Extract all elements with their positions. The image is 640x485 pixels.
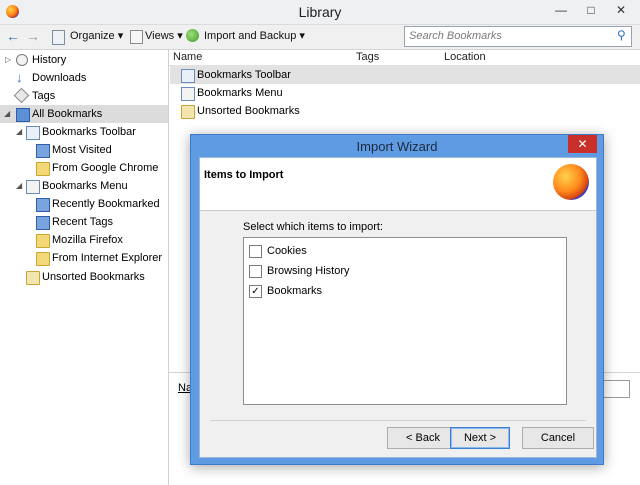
window-title: Library	[298, 4, 342, 20]
back-button[interactable]: < Back	[387, 427, 459, 449]
import-item-cookies[interactable]: Cookies	[249, 243, 549, 259]
title-bar: Library — □ ✕	[0, 0, 640, 25]
list-item-name: Bookmarks Menu	[197, 87, 283, 99]
dialog-header: Items to Import	[200, 158, 596, 211]
import-items-list: Cookies Browsing History ✓ Bookmarks	[243, 237, 567, 405]
sidebar-tree: ▷ History ↓ Downloads Tags ◢ All Bookmar…	[0, 50, 169, 485]
sidebar-item-label: From Google Chrome	[52, 162, 159, 174]
bookmarks-menu-icon	[26, 180, 40, 194]
dialog-body: Items to Import Select which items to im…	[199, 157, 597, 458]
download-arrow-icon: ↓	[16, 70, 23, 85]
list-item[interactable]: Bookmarks Menu	[170, 84, 640, 102]
forward-arrow-icon[interactable]: →	[26, 28, 40, 44]
dialog-separator	[210, 420, 586, 421]
browsing-history-checkbox[interactable]	[249, 265, 262, 278]
dialog-heading: Items to Import	[204, 169, 284, 181]
list-item-name: Bookmarks Toolbar	[197, 69, 291, 81]
sidebar-item-label: History	[32, 54, 67, 66]
sidebar-item-label: Recently Bookmarked	[52, 198, 160, 210]
bookmarks-toolbar-icon	[26, 126, 40, 140]
import-item-label: Browsing History	[267, 265, 350, 277]
import-item-browsing-history[interactable]: Browsing History	[249, 263, 549, 279]
sidebar-item-most-visited[interactable]: Most Visited	[0, 141, 168, 159]
sidebar-item-label: Recent Tags	[52, 216, 113, 228]
sidebar-item-label: Unsorted Bookmarks	[42, 271, 145, 283]
import-backup-icon	[186, 29, 199, 42]
import-wizard-dialog: Import Wizard ✕ Items to Import Select w…	[190, 134, 604, 465]
back-arrow-icon[interactable]: ←	[6, 28, 20, 44]
close-window-button[interactable]: ✕	[606, 0, 636, 20]
cookies-checkbox[interactable]	[249, 245, 262, 258]
bookmark-star-icon	[16, 108, 30, 122]
import-item-label: Cookies	[267, 245, 307, 257]
minimize-button[interactable]: —	[546, 0, 576, 20]
sidebar-item-label: Bookmarks Toolbar	[42, 126, 136, 138]
search-input[interactable]: Search Bookmarks ⚲	[404, 26, 632, 47]
dialog-title: Import Wizard	[356, 139, 438, 154]
sidebar-item-label: Mozilla Firefox	[52, 234, 123, 246]
unsorted-bookmarks-icon	[26, 271, 40, 285]
next-button[interactable]: Next >	[450, 427, 510, 449]
organize-label: Organize	[70, 30, 115, 42]
list-item[interactable]: Unsorted Bookmarks	[170, 102, 640, 120]
search-icon[interactable]: ⚲	[617, 28, 626, 42]
column-header: Name Tags Location	[169, 50, 640, 66]
collapse-arrow-icon[interactable]: ◢	[4, 105, 10, 123]
organize-menu[interactable]: Organize ▾	[70, 29, 123, 42]
sidebar-item-downloads[interactable]: ↓ Downloads	[0, 69, 168, 87]
organize-icon	[52, 30, 65, 45]
dialog-close-button[interactable]: ✕	[568, 135, 597, 153]
sidebar-item-tags[interactable]: Tags	[0, 87, 168, 105]
collapse-arrow-icon[interactable]: ◢	[16, 177, 22, 195]
folder-icon	[36, 234, 50, 248]
clock-icon	[16, 54, 28, 66]
import-prompt: Select which items to import:	[243, 221, 383, 233]
sidebar-item-recent-tags[interactable]: Recent Tags	[0, 213, 168, 231]
unsorted-bookmarks-icon	[181, 105, 195, 119]
sidebar-item-label: Downloads	[32, 72, 87, 84]
import-item-bookmarks[interactable]: ✓ Bookmarks	[249, 283, 549, 299]
smart-folder-icon	[36, 216, 50, 230]
search-placeholder: Search Bookmarks	[409, 30, 502, 42]
firefox-logo-icon	[553, 164, 589, 200]
sidebar-item-label: Tags	[32, 90, 56, 102]
sidebar-item-mozilla-firefox[interactable]: Mozilla Firefox	[0, 231, 168, 249]
sidebar-item-bookmarks-menu[interactable]: ◢ Bookmarks Menu	[0, 177, 168, 195]
expand-arrow-icon[interactable]: ▷	[5, 51, 11, 69]
smart-folder-icon	[36, 198, 50, 212]
column-location[interactable]: Location	[444, 51, 486, 63]
sidebar-item-recently-bookmarked[interactable]: Recently Bookmarked	[0, 195, 168, 213]
sidebar-item-history[interactable]: ▷ History	[0, 51, 168, 69]
list-item[interactable]: Bookmarks Toolbar	[170, 66, 640, 84]
import-backup-label: Import and Backup	[204, 30, 297, 42]
tag-icon	[13, 87, 30, 104]
column-name[interactable]: Name	[173, 51, 202, 63]
list-item-name: Unsorted Bookmarks	[197, 105, 300, 117]
sidebar-item-label: Most Visited	[52, 144, 112, 156]
bookmarks-menu-icon	[181, 87, 195, 101]
bookmarks-toolbar-icon	[181, 69, 195, 83]
column-tags[interactable]: Tags	[356, 51, 379, 63]
sidebar-item-from-google-chrome[interactable]: From Google Chrome	[0, 159, 168, 177]
folder-icon	[36, 252, 50, 266]
sidebar-item-all-bookmarks[interactable]: ◢ All Bookmarks	[0, 105, 168, 123]
maximize-button[interactable]: □	[576, 0, 606, 20]
sidebar-item-unsorted-bookmarks[interactable]: Unsorted Bookmarks	[0, 268, 168, 286]
bookmarks-checkbox[interactable]: ✓	[249, 285, 262, 298]
import-item-label: Bookmarks	[267, 285, 323, 297]
folder-icon	[36, 162, 50, 176]
collapse-arrow-icon[interactable]: ◢	[16, 123, 22, 141]
smart-folder-icon	[36, 144, 50, 158]
sidebar-item-label: Bookmarks Menu	[42, 180, 128, 192]
sidebar-item-label: From Internet Explorer	[52, 252, 163, 264]
views-menu[interactable]: Views ▾	[145, 29, 183, 42]
sidebar-item-from-internet-explorer[interactable]: From Internet Explorer	[0, 249, 168, 267]
import-backup-menu[interactable]: Import and Backup ▾	[204, 29, 305, 42]
views-label: Views	[145, 30, 175, 42]
cancel-button[interactable]: Cancel	[522, 427, 594, 449]
views-icon	[130, 30, 143, 44]
sidebar-item-label: All Bookmarks	[32, 108, 103, 120]
sidebar-item-bookmarks-toolbar[interactable]: ◢ Bookmarks Toolbar	[0, 123, 168, 141]
